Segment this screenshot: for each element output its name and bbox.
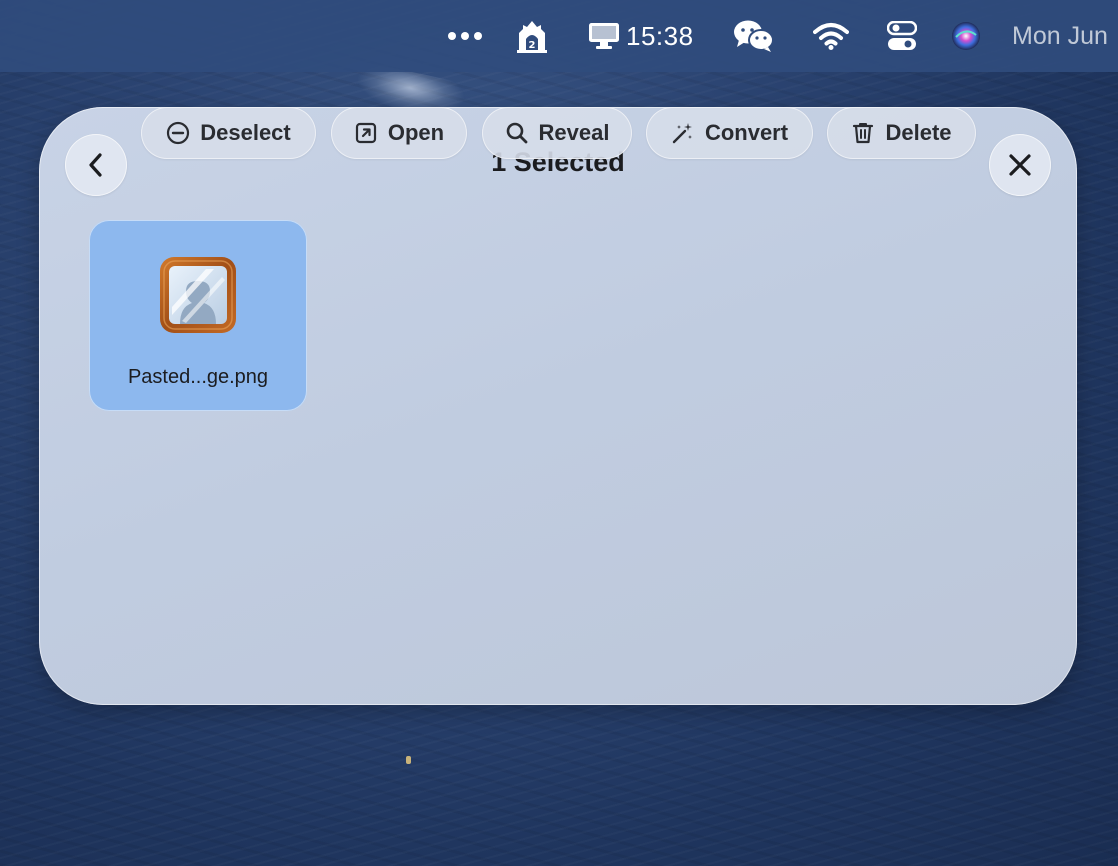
close-button[interactable]	[989, 134, 1051, 196]
open-button[interactable]: Open	[331, 107, 467, 159]
deselect-label: Deselect	[200, 120, 291, 145]
convert-button[interactable]: Convert	[646, 107, 813, 159]
magic-wand-icon	[672, 123, 692, 144]
open-label: Open	[387, 120, 445, 145]
wallpaper-boat	[406, 756, 411, 764]
reveal-button[interactable]: Reveal	[482, 107, 632, 159]
menu-date[interactable]: Mon Jun	[1012, 0, 1118, 72]
clock-menu[interactable]: 15:38	[588, 0, 698, 72]
monitor-icon	[589, 23, 619, 49]
ellipsis-icon[interactable]	[444, 0, 486, 72]
file-item-selected[interactable]: Pasted...ge.png	[89, 220, 307, 411]
control-center-icon[interactable]	[884, 0, 920, 72]
siri-icon[interactable]	[948, 0, 984, 72]
delete-button[interactable]: Delete	[827, 107, 976, 159]
search-icon	[506, 122, 527, 144]
minus-circle-icon	[167, 121, 190, 145]
menu-bar: 2 15:38 Mon Jun	[0, 0, 1118, 72]
reveal-label: Reveal	[538, 120, 610, 145]
image-file-icon	[160, 257, 236, 333]
close-icon	[1009, 154, 1031, 176]
selection-panel: 1 Selected Pasted...ge.png Deselect Open…	[39, 107, 1077, 705]
delete-label: Delete	[885, 120, 952, 145]
svg-text:2: 2	[529, 40, 536, 51]
castle-app-icon[interactable]: 2	[512, 0, 552, 72]
menu-time: 15:38	[626, 20, 694, 51]
file-name: Pasted...ge.png	[127, 366, 269, 388]
convert-label: Convert	[704, 120, 789, 145]
trash-icon	[853, 123, 874, 144]
wifi-icon[interactable]	[811, 0, 851, 72]
open-external-icon	[355, 122, 376, 144]
deselect-button[interactable]: Deselect	[141, 107, 316, 159]
wechat-icon[interactable]	[733, 0, 775, 72]
